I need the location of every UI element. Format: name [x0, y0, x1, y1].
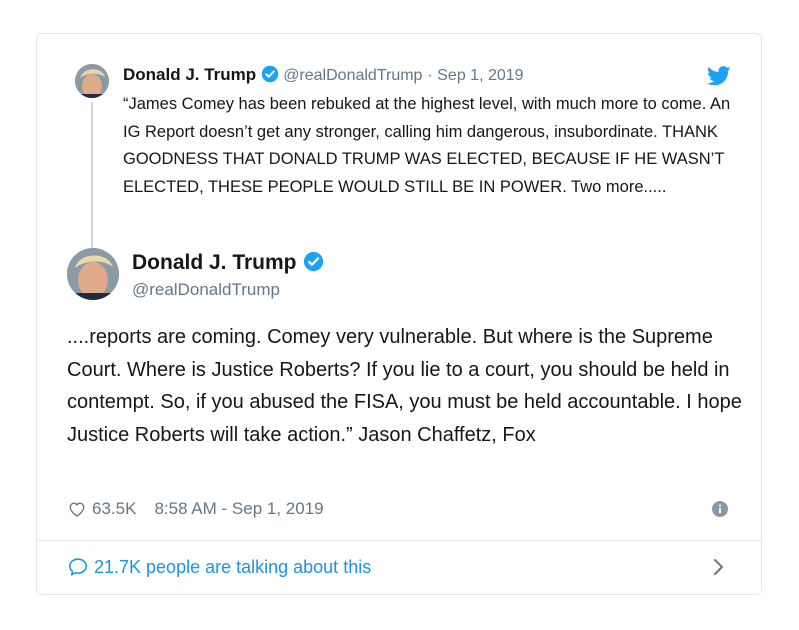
- thread-connector-line: [91, 102, 93, 250]
- tweet-meta-row: 63.5K 8:58 AM - Sep 1, 2019: [67, 497, 324, 521]
- tweet-timestamp[interactable]: 8:58 AM - Sep 1, 2019: [154, 499, 323, 519]
- chevron-right-icon[interactable]: [713, 558, 725, 576]
- conversation-link[interactable]: 21.7K people are talking about this: [67, 554, 371, 580]
- footer-divider: [37, 540, 761, 541]
- quoted-tweet-author-name[interactable]: Donald J. Trump: [123, 65, 256, 84]
- quoted-tweet-date[interactable]: Sep 1, 2019: [437, 67, 523, 84]
- main-tweet-name-row: Donald J. Trump: [132, 249, 328, 277]
- speech-bubble-icon: [68, 558, 88, 576]
- main-tweet-avatar[interactable]: [67, 248, 119, 300]
- info-icon[interactable]: [712, 501, 728, 517]
- heart-icon[interactable]: [67, 499, 87, 519]
- quoted-tweet-avatar[interactable]: [75, 64, 109, 98]
- quoted-tweet-header: Donald J. Trump @realDonaldTrump · Sep 1,…: [123, 64, 524, 87]
- main-tweet-text: ....reports are coming. Comey very vulne…: [67, 326, 742, 446]
- main-tweet-handle[interactable]: @realDonaldTrump: [132, 279, 280, 301]
- embedded-tweet-card: Donald J. Trump @realDonaldTrump · Sep 1,…: [36, 33, 762, 595]
- conversation-count-label[interactable]: 21.7K people are talking about this: [94, 557, 371, 578]
- quoted-tweet-text: “James Comey has been rebuked at the hig…: [123, 95, 731, 196]
- like-count[interactable]: 63.5K: [92, 499, 136, 519]
- verified-badge-icon: [261, 65, 279, 83]
- verified-badge-icon: [303, 251, 323, 272]
- header-separator: ·: [427, 67, 433, 84]
- main-tweet-author-name[interactable]: Donald J. Trump: [132, 251, 297, 274]
- quoted-tweet-handle[interactable]: @realDonaldTrump: [283, 67, 422, 84]
- twitter-bird-icon[interactable]: [707, 66, 731, 86]
